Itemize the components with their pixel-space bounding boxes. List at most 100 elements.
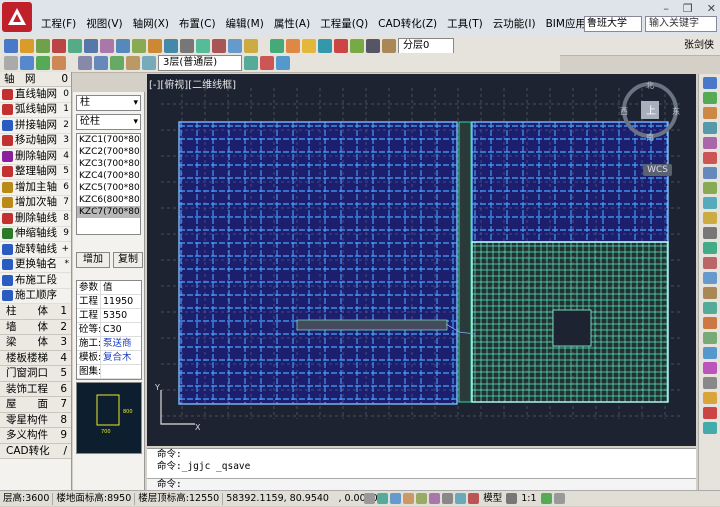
- save-icon[interactable]: [94, 55, 108, 70]
- menu-item[interactable]: 云功能(I): [488, 16, 541, 32]
- lineweight-icon[interactable]: [442, 493, 454, 504]
- osnap-icon[interactable]: [416, 493, 428, 504]
- array-icon[interactable]: [228, 38, 242, 53]
- nav-item[interactable]: 移动轴网 3: [0, 134, 71, 149]
- layer-on-icon[interactable]: [270, 38, 284, 53]
- close-icon[interactable]: ✕: [707, 2, 716, 15]
- component-item[interactable]: KZC1(700*800: [77, 134, 140, 146]
- command-input[interactable]: 命令:: [147, 478, 696, 490]
- model-tab[interactable]: 模型: [480, 491, 505, 507]
- component-item[interactable]: KZC2(700*800: [77, 146, 140, 158]
- lock-icon[interactable]: [334, 38, 348, 53]
- right-tool-icon[interactable]: [703, 182, 717, 194]
- right-tool-icon[interactable]: [703, 332, 717, 344]
- nav-category[interactable]: 多义构件 9: [0, 428, 71, 444]
- mirror-icon[interactable]: [100, 38, 114, 53]
- nav-category[interactable]: 墙 体 2: [0, 319, 71, 335]
- color-icon[interactable]: [350, 38, 364, 53]
- right-tool-icon[interactable]: [703, 422, 717, 434]
- nav-item[interactable]: 施工顺序: [0, 289, 71, 304]
- ortho-icon[interactable]: [390, 493, 402, 504]
- right-tool-icon[interactable]: [703, 407, 717, 419]
- property-row[interactable]: 图集:: [77, 365, 141, 379]
- floor-select[interactable]: 3层(普通层): [158, 54, 242, 71]
- floor-down-icon[interactable]: [260, 55, 274, 70]
- print-icon[interactable]: [110, 55, 124, 70]
- nav-category[interactable]: 零星构件 8: [0, 412, 71, 428]
- right-tool-icon[interactable]: [703, 167, 717, 179]
- zoom-window-icon[interactable]: [4, 55, 18, 70]
- component-list[interactable]: KZC1(700*800 KZC2(700*800 KZC3(700*800 KZC4…: [76, 133, 141, 235]
- delete-icon[interactable]: [52, 38, 66, 53]
- property-value[interactable]: [101, 365, 141, 378]
- layer-off-icon[interactable]: [286, 38, 300, 53]
- rotate-icon[interactable]: [84, 38, 98, 53]
- view-3d-icon[interactable]: [78, 55, 92, 70]
- add-button[interactable]: 增加: [76, 252, 110, 268]
- snap-icon[interactable]: [364, 493, 376, 504]
- nav-item[interactable]: 更换轴名 *: [0, 258, 71, 273]
- nav-item[interactable]: 删除轴线 8: [0, 211, 71, 227]
- nav-category[interactable]: 装饰工程 6: [0, 381, 71, 397]
- component-item[interactable]: KZC4(700*800: [77, 170, 140, 182]
- undo-icon[interactable]: [126, 55, 140, 70]
- nav-item[interactable]: 弧线轴网 1: [0, 103, 71, 118]
- transparency-icon[interactable]: [455, 493, 467, 504]
- nav-item[interactable]: 旋转轴线 +: [0, 242, 71, 258]
- right-tool-icon[interactable]: [703, 107, 717, 119]
- customize-icon[interactable]: [553, 493, 565, 504]
- polar-icon[interactable]: [403, 493, 415, 504]
- menu-item[interactable]: 布置(C): [174, 16, 221, 32]
- view-label[interactable]: [-][俯视][二维线框]: [149, 76, 236, 91]
- layer-select[interactable]: 分层0: [398, 37, 454, 54]
- component-item[interactable]: KZC6(800*80: [77, 194, 140, 206]
- zoom-all-icon[interactable]: [20, 55, 34, 70]
- right-tool-icon[interactable]: [703, 77, 717, 89]
- freeze-icon[interactable]: [318, 38, 332, 53]
- property-value[interactable]: 复合木: [101, 351, 141, 364]
- right-tool-icon[interactable]: [703, 272, 717, 284]
- menu-item[interactable]: CAD转化(Z): [373, 16, 442, 32]
- menu-item[interactable]: 工程量(Q): [315, 16, 373, 32]
- property-value[interactable]: C30: [101, 323, 141, 336]
- linetype-icon[interactable]: [366, 38, 380, 53]
- bulb-icon[interactable]: [302, 38, 316, 53]
- material-select[interactable]: 砼柱: [76, 114, 141, 130]
- property-row[interactable]: 模板: 复合木: [77, 351, 141, 365]
- component-item[interactable]: KZC3(700*800: [77, 158, 140, 170]
- property-row[interactable]: 工程 5350: [77, 309, 141, 323]
- right-tool-icon[interactable]: [703, 242, 717, 254]
- break-icon[interactable]: [164, 38, 178, 53]
- redraw-icon[interactable]: [52, 55, 66, 70]
- nav-category[interactable]: 屋 面 7: [0, 397, 71, 413]
- nav-item[interactable]: 拼接轴网 2: [0, 118, 71, 134]
- nav-item[interactable]: 直线轴网 0: [0, 87, 71, 103]
- menu-item[interactable]: 轴网(X): [128, 16, 174, 32]
- right-tool-icon[interactable]: [703, 257, 717, 269]
- extend-icon[interactable]: [148, 38, 162, 53]
- right-tool-icon[interactable]: [703, 227, 717, 239]
- right-tool-icon[interactable]: [703, 362, 717, 374]
- property-row[interactable]: 工程 11950: [77, 295, 141, 309]
- minimize-icon[interactable]: –: [663, 2, 669, 15]
- app-logo[interactable]: [2, 2, 32, 32]
- workspace-select[interactable]: 鲁班大学: [584, 16, 642, 32]
- search-input[interactable]: 输入关键字: [645, 16, 717, 32]
- trim-icon[interactable]: [132, 38, 146, 53]
- floor-copy-icon[interactable]: [276, 55, 290, 70]
- menu-item[interactable]: 工程(F): [36, 16, 81, 32]
- stretch-icon[interactable]: [196, 38, 210, 53]
- nav-category[interactable]: 柱 体 1: [0, 304, 71, 320]
- nav-category[interactable]: CAD转化 /: [0, 443, 71, 459]
- component-item[interactable]: KZC5(700*800: [77, 182, 140, 194]
- new-icon[interactable]: [4, 38, 18, 53]
- offset-icon[interactable]: [116, 38, 130, 53]
- menu-item[interactable]: 属性(A): [269, 16, 315, 32]
- restore-icon[interactable]: ❐: [683, 2, 693, 15]
- nav-item[interactable]: 增加次轴 7: [0, 196, 71, 211]
- nav-item[interactable]: 伸缩轴线 9: [0, 227, 71, 242]
- redo-icon[interactable]: [142, 55, 156, 70]
- menu-item[interactable]: 视图(V): [81, 16, 127, 32]
- viewport-icon[interactable]: [506, 493, 518, 504]
- nav-item[interactable]: 删除轴网 4: [0, 149, 71, 165]
